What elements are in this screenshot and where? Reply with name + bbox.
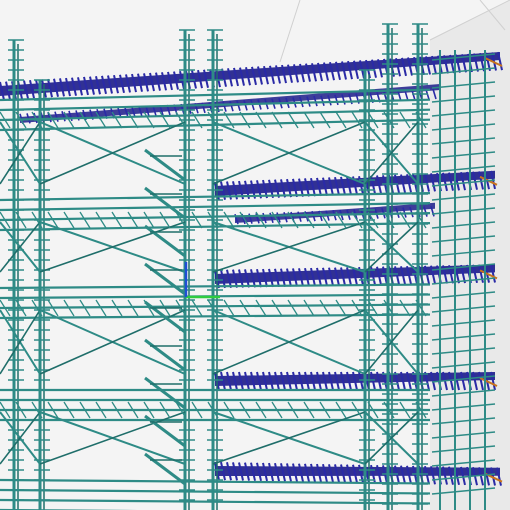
scaffold-model-render[interactable] [0,0,510,510]
3d-viewport[interactable] [0,0,510,510]
